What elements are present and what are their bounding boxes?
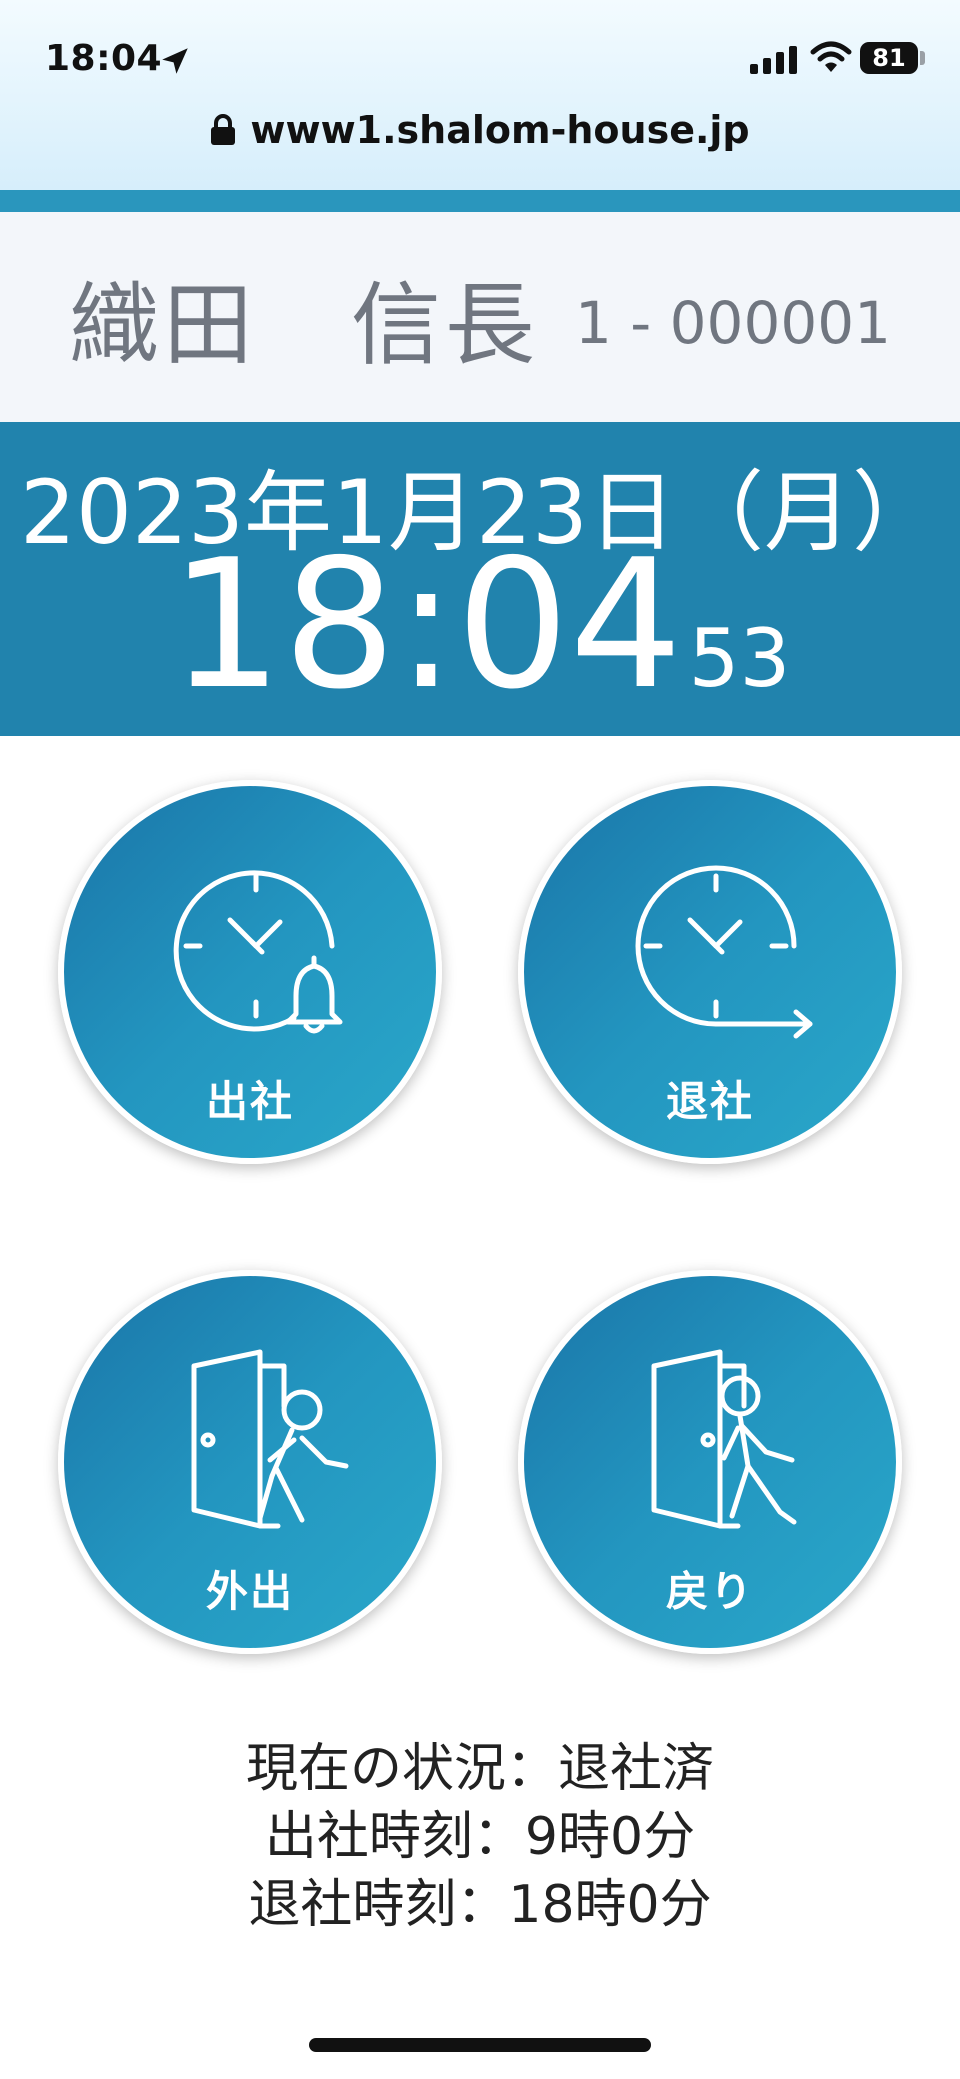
attendance-status: 現在の状況：退社済 出社時刻：9時0分 退社時刻：18時0分 (0, 1735, 960, 1939)
clock-in-time: 出社時刻：9時0分 (264, 1807, 696, 1867)
clock-bell-icon (173, 870, 343, 1034)
clock-arrow-icon (635, 865, 813, 1039)
return-label: 戻り (665, 1567, 754, 1616)
lock-icon (211, 114, 236, 145)
url-text: www1.shalom-house.jp (250, 108, 750, 152)
accent-stripe (0, 190, 960, 212)
time-hours-minutes: 18:04 (169, 521, 683, 728)
current-status: 現在の状況：退社済 (245, 1739, 714, 1799)
status-time: 18:04 (45, 38, 163, 79)
battery-icon: 81 (860, 42, 918, 74)
home-indicator[interactable] (309, 2038, 651, 2052)
employee-name: 織田 信長 (68, 273, 539, 378)
location-arrow-icon (162, 48, 188, 74)
battery-level: 81 (872, 44, 906, 72)
door-exit-icon (191, 1349, 349, 1529)
clock-in-label: 出社 (205, 1077, 294, 1126)
clock-out-button[interactable]: 退社 (518, 780, 902, 1164)
clock-out-time: 退社時刻：18時0分 (248, 1875, 712, 1935)
browser-chrome: 18:04 81 www1.shalom-house.jp (0, 0, 960, 190)
employee-header: 織田 信長 1 - 000001 (0, 212, 960, 422)
door-return-icon (651, 1349, 797, 1529)
cellular-signal-icon (750, 46, 797, 74)
time-seconds: 53 (688, 612, 791, 705)
clock-out-label: 退社 (665, 1077, 754, 1126)
battery-tip (920, 51, 925, 65)
return-button[interactable]: 戻り (518, 1270, 902, 1654)
go-out-button[interactable]: 外出 (58, 1270, 442, 1654)
address-bar[interactable]: www1.shalom-house.jp (0, 100, 960, 160)
current-time: 18:0453 (0, 530, 960, 720)
go-out-label: 外出 (205, 1567, 294, 1616)
employee-id: 1 - 000001 (574, 289, 892, 357)
wifi-icon (810, 41, 852, 72)
status-bar: 18:04 81 (0, 0, 960, 100)
datetime-panel: 2023年1月23日（月） 18:0453 (0, 422, 960, 736)
clock-in-button[interactable]: 出社 (58, 780, 442, 1164)
